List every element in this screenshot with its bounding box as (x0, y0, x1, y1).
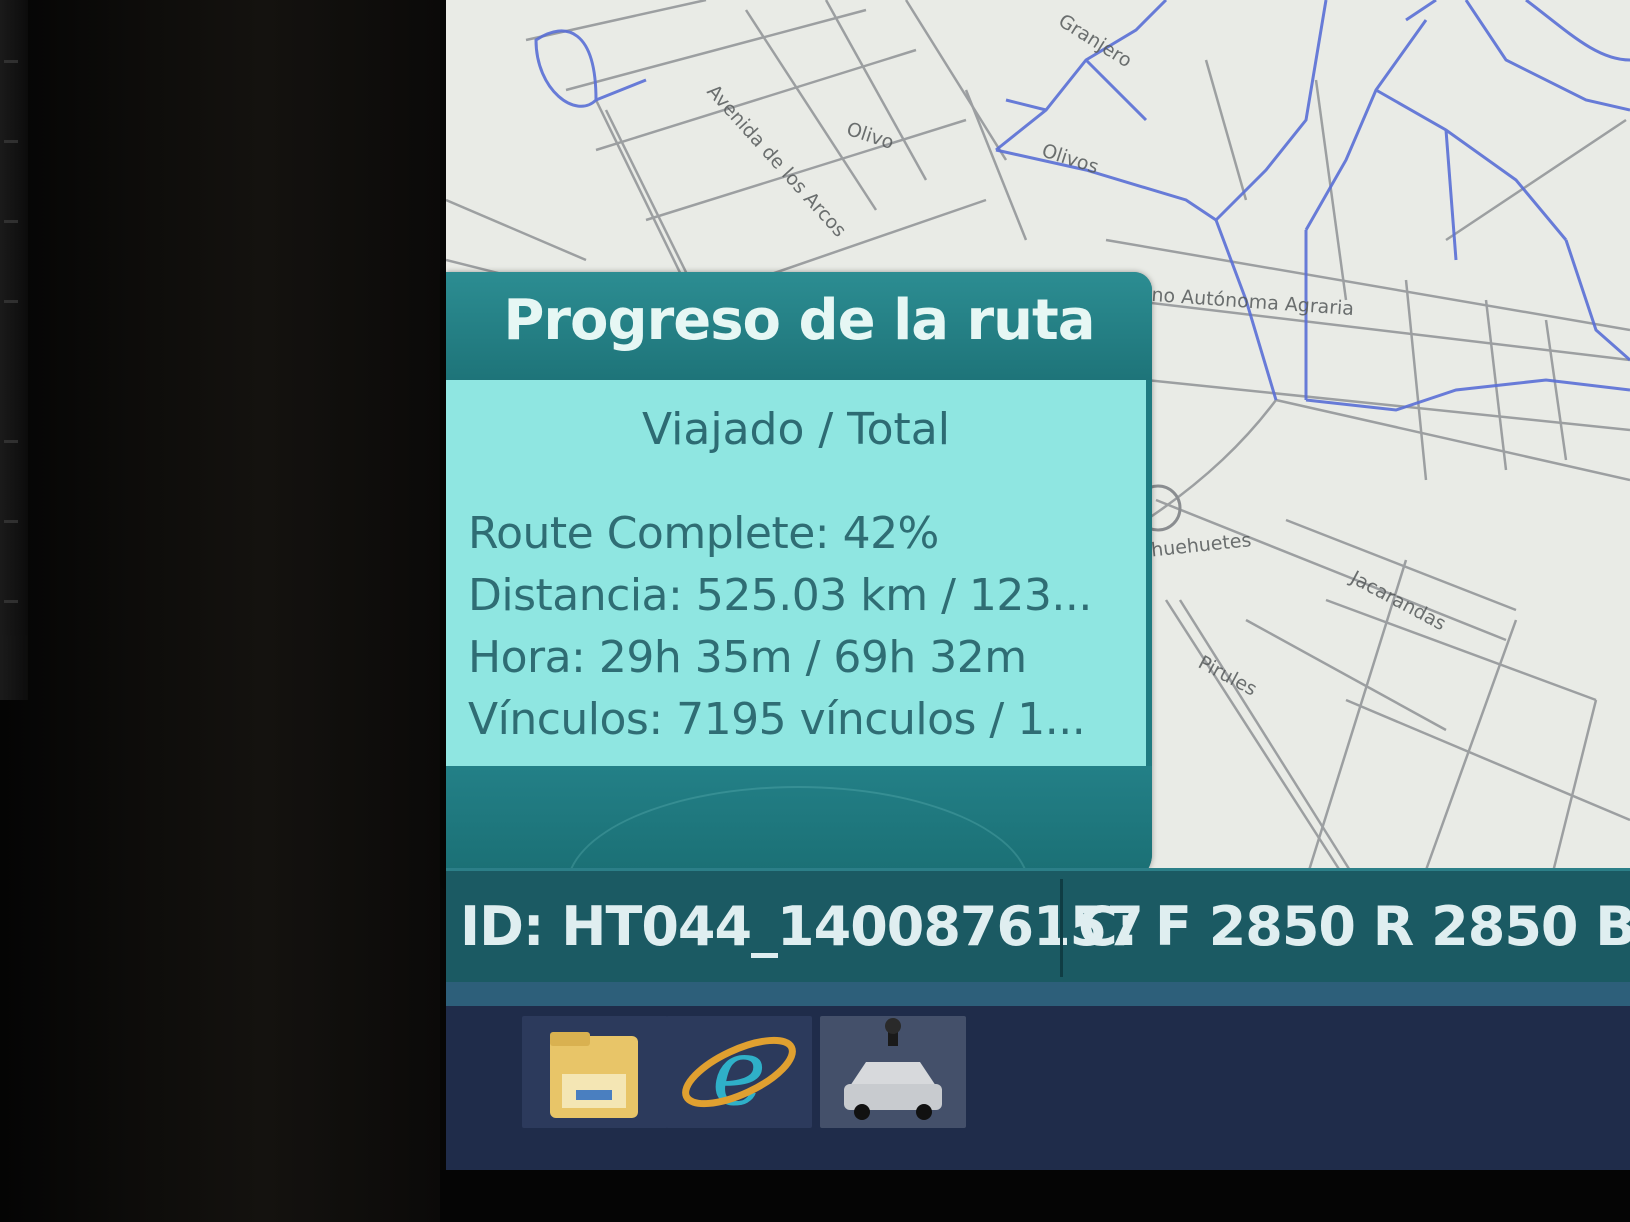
dialog-title: Progreso de la ruta (503, 288, 1095, 353)
taskbar-folder-button[interactable] (522, 1016, 668, 1128)
route-progress-dialog[interactable]: Progreso de la ruta Viajado / Total Rout… (446, 272, 1152, 884)
device-id-label: ID: HT044_1400876157 (460, 895, 1144, 958)
distance-row: Distancia: 525.03 km / 123... (468, 570, 1092, 621)
status-divider (1060, 879, 1063, 977)
bezel-mark (4, 300, 18, 303)
status-strip (446, 982, 1630, 1006)
dialog-header: Progreso de la ruta (446, 272, 1152, 380)
status-bar: ID: HT044_1400876157 C: F 2850 R 2850 B … (446, 868, 1630, 985)
bezel-mark (4, 60, 18, 63)
config-counters-label: C: F 2850 R 2850 B 2 (1078, 895, 1630, 958)
taskbar-browser-button[interactable]: e (666, 1016, 812, 1128)
dialog-footer[interactable] (446, 766, 1152, 884)
bezel-mark (4, 600, 18, 603)
taskbar: e (446, 1006, 1630, 1170)
bezel-mark (4, 520, 18, 523)
svg-text:e: e (712, 1019, 766, 1126)
folder-icon (550, 1032, 638, 1118)
bezel-mark (4, 140, 18, 143)
dialog-body: Viajado / Total Route Complete: 42% Dist… (446, 380, 1146, 766)
links-row: Vínculos: 7195 vínculos / 1... (468, 694, 1086, 745)
device-screen: Avenida de los Arcos Olivo Olivos Granje… (446, 0, 1630, 1170)
bezel-edge (0, 0, 28, 700)
time-row: Hora: 29h 35m / 69h 32m (468, 632, 1027, 683)
traveled-total-heading: Viajado / Total (642, 404, 950, 455)
internet-explorer-icon: e (682, 1019, 796, 1126)
bezel-mark (4, 440, 18, 443)
camera-car-icon (844, 1018, 942, 1120)
bezel-mark (4, 220, 18, 223)
route-complete-row: Route Complete: 42% (468, 508, 939, 559)
device-bezel-left (0, 0, 440, 1222)
taskbar-camera-car-button[interactable] (820, 1016, 966, 1128)
device-bezel-bottom (440, 1170, 1630, 1222)
